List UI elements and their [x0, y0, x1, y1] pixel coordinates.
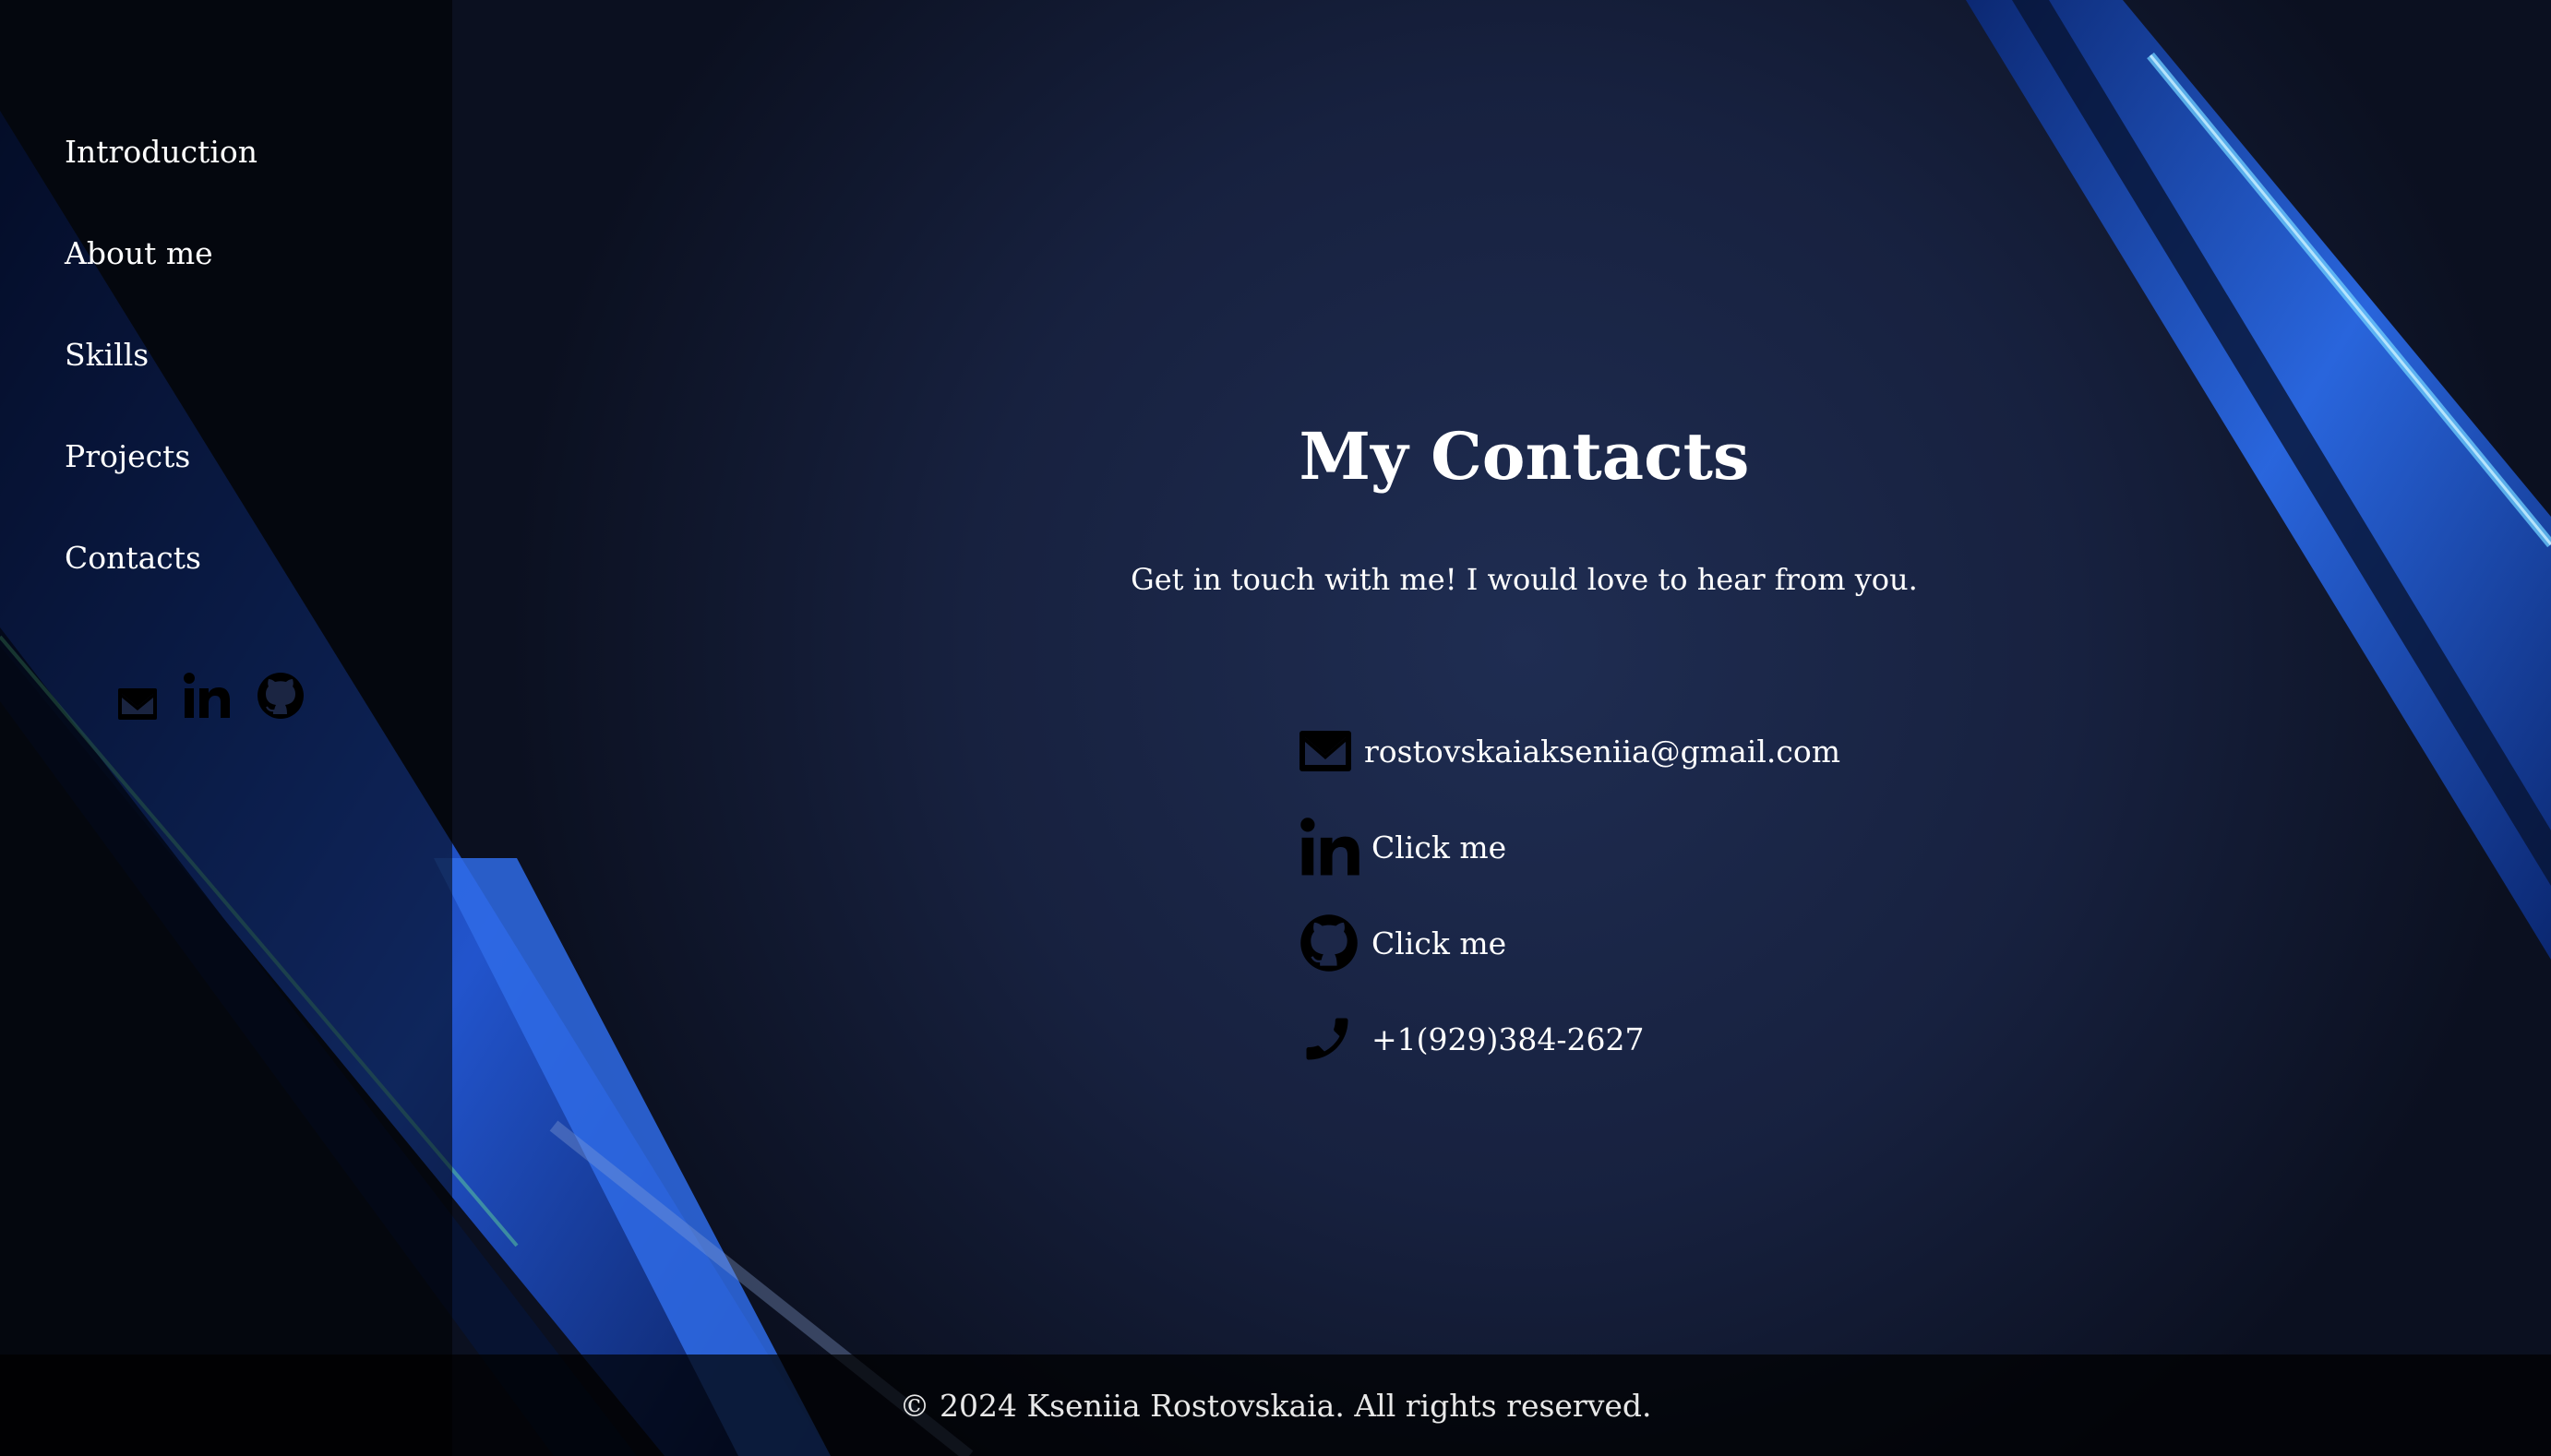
email-icon	[1299, 731, 1351, 771]
contact-github-link[interactable]: Click me	[1371, 925, 1506, 961]
contact-item-linkedin[interactable]: Click me	[1299, 812, 1840, 882]
nav-item-about-me[interactable]: About me	[65, 235, 257, 272]
email-icon[interactable]	[118, 688, 157, 720]
sidebar-social-links	[118, 672, 305, 720]
footer: © 2024 Kseniia Rostovskaia. All rights r…	[0, 1355, 2551, 1456]
page-subtitle: Get in touch with me! I would love to he…	[1131, 562, 1918, 597]
page-title: My Contacts	[1299, 418, 1750, 495]
phone-icon	[1306, 1018, 1348, 1060]
contact-linkedin-link[interactable]: Click me	[1371, 829, 1506, 865]
sidebar-nav: Introduction About me Skills Projects Co…	[65, 134, 257, 641]
contact-item-email[interactable]: rostovskaiakseniia@gmail.com	[1299, 716, 1840, 786]
contact-phone-text[interactable]: +1(929)384-2627	[1371, 1021, 1645, 1057]
github-icon[interactable]	[257, 672, 305, 720]
nav-item-contacts[interactable]: Contacts	[65, 540, 257, 577]
contact-email-text[interactable]: rostovskaiakseniia@gmail.com	[1364, 734, 1840, 770]
nav-item-skills[interactable]: Skills	[65, 337, 257, 374]
github-icon	[1300, 914, 1358, 972]
contact-item-phone[interactable]: +1(929)384-2627	[1299, 1004, 1840, 1074]
linkedin-icon[interactable]	[183, 672, 231, 720]
nav-item-introduction[interactable]: Introduction	[65, 134, 257, 171]
footer-copyright: © 2024 Kseniia Rostovskaia. All rights r…	[899, 1387, 1652, 1424]
contact-item-github[interactable]: Click me	[1299, 908, 1840, 978]
main-content: My Contacts Get in touch with me! I woul…	[452, 0, 2551, 1355]
contact-list: rostovskaiakseniia@gmail.com Click me Cl…	[1299, 716, 1840, 1100]
sidebar: Introduction About me Skills Projects Co…	[0, 0, 452, 1456]
linkedin-icon	[1300, 818, 1359, 876]
nav-item-projects[interactable]: Projects	[65, 438, 257, 475]
